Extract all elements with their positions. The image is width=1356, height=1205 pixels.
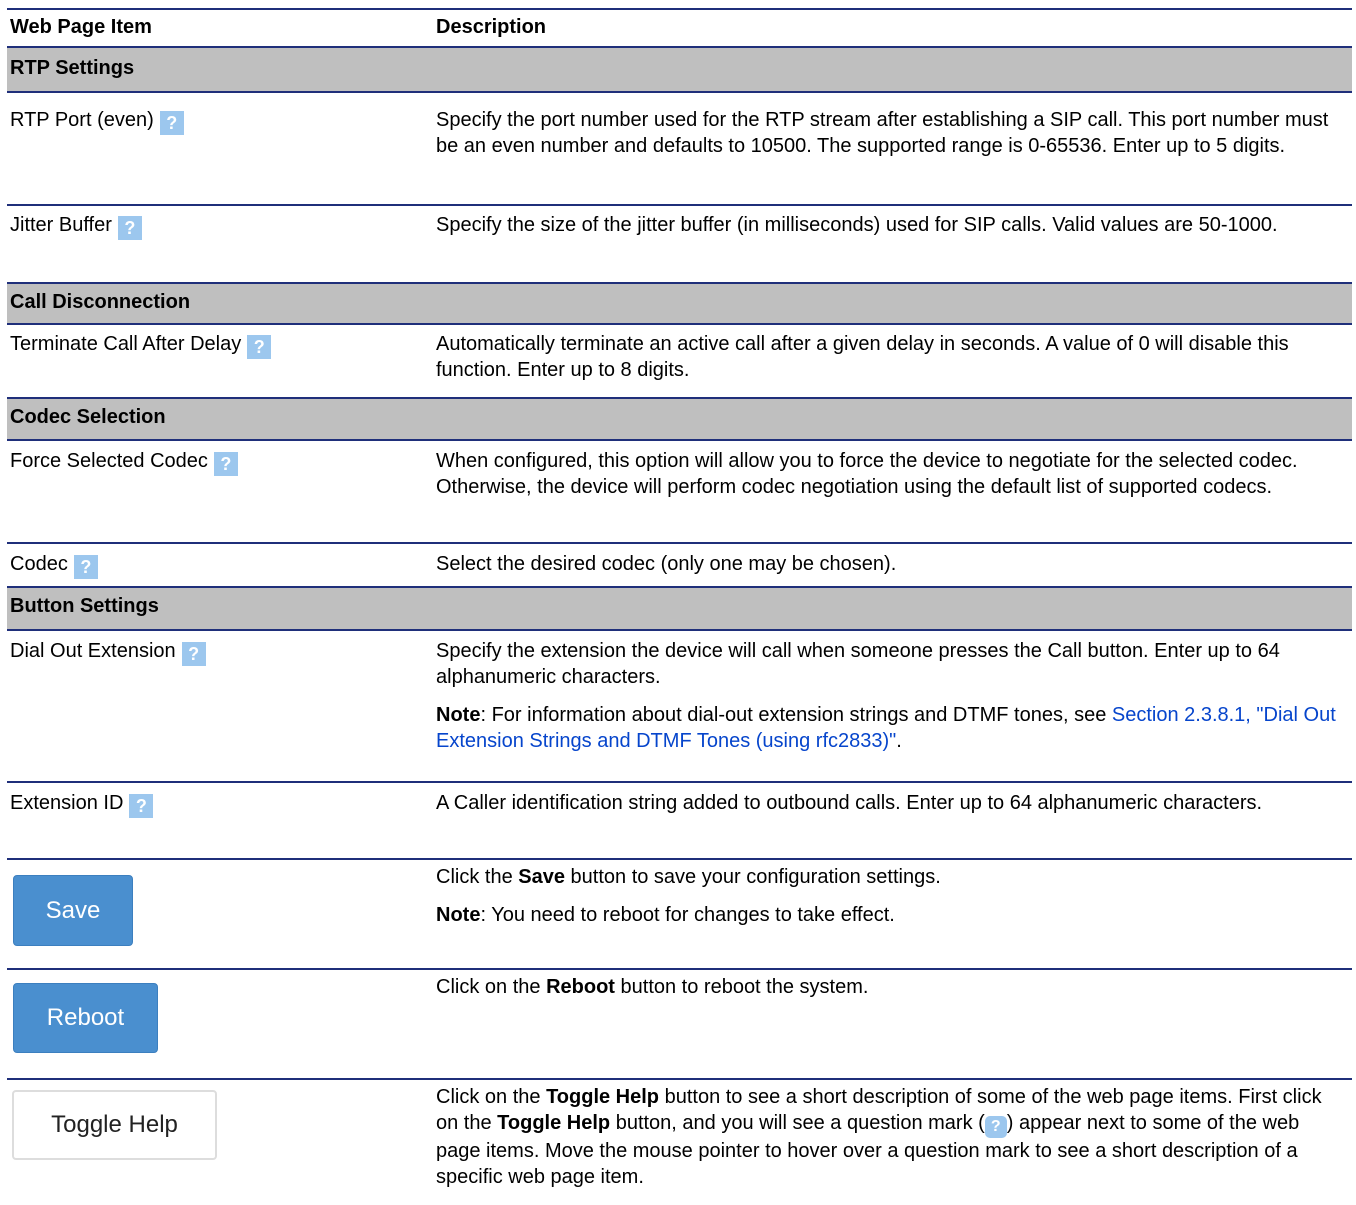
note-paragraph: Note: You need to reboot for changes to … — [436, 902, 1342, 928]
description-text: Click on the Reboot button to reboot the… — [436, 974, 1342, 1000]
section-button-settings: Button Settings — [7, 588, 1352, 629]
help-icon[interactable]: ? — [129, 794, 154, 818]
item-description: Click the Save button to save your confi… — [436, 864, 1342, 928]
section-title: Call Disconnection — [10, 291, 191, 313]
item-description: A Caller identification string added to … — [436, 792, 1263, 814]
help-icon[interactable]: ? — [73, 555, 98, 579]
description-text: Specify the extension the device will ca… — [436, 640, 1280, 688]
row-rule — [7, 542, 1352, 544]
item-description: Automatically terminate an active call a… — [436, 333, 1289, 381]
table-row: Toggle Help Click on the Toggle Help but… — [7, 1080, 1352, 1205]
item-label-text: Codec — [10, 553, 68, 575]
row-rule — [7, 629, 1352, 631]
table-row: Dial Out Extension? Specify the extensio… — [7, 638, 1352, 778]
description-text: Click on the Toggle Help button to see a… — [436, 1084, 1342, 1190]
table-header: Web Page Item Description — [7, 14, 1352, 48]
item-description: Specify the extension the device will ca… — [436, 638, 1342, 754]
item-description: When configured, this option will allow … — [436, 450, 1298, 498]
item-label: Codec? — [10, 551, 98, 579]
table-row: Save Click the Save button to save your … — [7, 860, 1352, 968]
section-title: Button Settings — [10, 595, 159, 617]
table-row: Jitter Buffer? Specify the size of the j… — [7, 212, 1352, 272]
item-label: Extension ID? — [10, 790, 154, 818]
table-row: Terminate Call After Delay? Automaticall… — [7, 331, 1352, 391]
desc-bold: Toggle Help — [546, 1086, 660, 1108]
note-end: . — [896, 730, 902, 752]
table-row: Extension ID? A Caller identification st… — [7, 790, 1352, 850]
help-icon[interactable]: ? — [159, 111, 184, 135]
row-rule — [7, 91, 1352, 93]
item-label: Dial Out Extension? — [10, 638, 206, 666]
item-label-text: Terminate Call After Delay — [10, 333, 242, 355]
table-row: Codec? Select the desired codec (only on… — [7, 551, 1352, 581]
save-button[interactable]: Save — [13, 875, 133, 946]
desc-text: Click on the — [436, 1086, 547, 1108]
item-description: Click on the Toggle Help button to see a… — [436, 1084, 1342, 1190]
item-label: Jitter Buffer? — [10, 212, 142, 240]
item-description: Select the desired codec (only one may b… — [436, 553, 897, 575]
desc-bold: Toggle Help — [497, 1112, 611, 1134]
desc-text: button to save your configuration settin… — [564, 866, 941, 888]
reboot-button[interactable]: Reboot — [13, 983, 158, 1053]
row-rule — [7, 781, 1352, 783]
help-icon[interactable]: ? — [213, 452, 238, 476]
help-icon[interactable]: ? — [247, 335, 272, 359]
question-mark-icon: ? — [984, 1116, 1007, 1138]
item-label-text: RTP Port (even) — [10, 109, 154, 131]
item-label-text: Extension ID — [10, 792, 124, 814]
item-description: Click on the Reboot button to reboot the… — [436, 974, 1342, 1000]
note-label: Note — [436, 904, 481, 926]
desc-text: button to reboot the system. — [614, 976, 869, 998]
row-rule — [7, 439, 1352, 441]
item-label: Force Selected Codec? — [10, 448, 238, 476]
table-row: RTP Port (even)? Specify the port number… — [7, 107, 1352, 197]
item-description: Specify the size of the jitter buffer (i… — [436, 214, 1278, 236]
help-icon[interactable]: ? — [117, 216, 142, 240]
table-top-rule — [7, 8, 1352, 10]
help-icon[interactable]: ? — [181, 642, 206, 666]
toggle-help-button[interactable]: Toggle Help — [12, 1090, 217, 1160]
note-text: : For information about dial-out extensi… — [480, 704, 1112, 726]
item-label-text: Dial Out Extension — [10, 640, 176, 662]
desc-text: Click the — [436, 866, 519, 888]
note-text: : You need to reboot for changes to take… — [480, 904, 895, 926]
section-codec-selection: Codec Selection — [7, 399, 1352, 439]
item-label-text: Force Selected Codec — [10, 450, 208, 472]
section-title: RTP Settings — [10, 57, 135, 79]
row-rule — [7, 204, 1352, 206]
section-rtp-settings: RTP Settings — [7, 48, 1352, 91]
item-label: Terminate Call After Delay? — [10, 331, 272, 359]
item-label: RTP Port (even)? — [10, 107, 184, 135]
row-rule — [7, 323, 1352, 325]
header-col-item: Web Page Item — [10, 16, 152, 38]
item-description: Specify the port number used for the RTP… — [436, 109, 1329, 157]
section-title: Codec Selection — [10, 406, 166, 428]
table-row: Force Selected Codec? When configured, t… — [7, 448, 1352, 532]
item-label-text: Jitter Buffer — [10, 214, 112, 236]
desc-bold: Reboot — [546, 976, 615, 998]
table-row: Reboot Click on the Reboot button to reb… — [7, 970, 1352, 1078]
desc-text: button, and you will see a question mark… — [610, 1112, 985, 1134]
desc-text: Click on the — [436, 976, 547, 998]
header-col-description: Description — [436, 16, 547, 38]
note-label: Note — [436, 704, 481, 726]
section-call-disconnection: Call Disconnection — [7, 284, 1352, 323]
description-text: Click the Save button to save your confi… — [436, 864, 1342, 890]
desc-bold: Save — [518, 866, 565, 888]
note-paragraph: Note: For information about dial-out ext… — [436, 702, 1342, 754]
